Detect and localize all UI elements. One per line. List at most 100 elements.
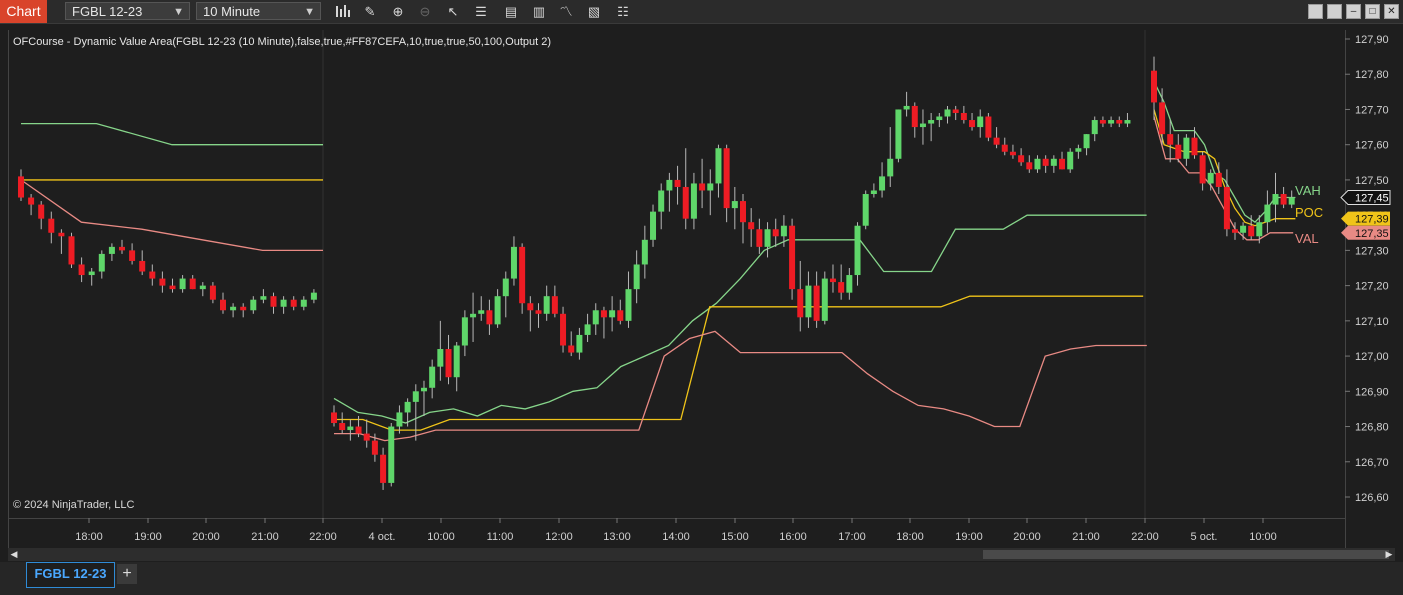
price-label-text: 127,35	[1355, 228, 1389, 240]
candle-body	[666, 179, 673, 191]
candle-body	[310, 292, 317, 300]
label-vah: VAH	[1295, 183, 1321, 198]
candle-body	[690, 183, 697, 219]
candle-body	[780, 225, 787, 237]
candle-body	[1083, 134, 1090, 149]
candle-body	[470, 313, 477, 318]
candle-body	[576, 334, 583, 353]
x-tick-label: 10:00	[427, 531, 455, 543]
price-label-text: 127,45	[1355, 193, 1389, 205]
candle-body	[952, 109, 959, 113]
candle-body	[1099, 120, 1106, 124]
x-tick-label: 13:00	[603, 531, 631, 543]
candle-body	[707, 183, 714, 191]
x-tick-label: 18:00	[896, 531, 924, 543]
candle-body	[129, 250, 136, 261]
candle-body	[437, 349, 444, 367]
candle-body	[977, 116, 984, 128]
candle-body	[895, 109, 902, 159]
candle-body	[838, 282, 845, 293]
candle-body	[1207, 172, 1214, 184]
candle-body	[519, 246, 526, 304]
y-tick-label: 127,10	[1355, 316, 1389, 328]
candle-body	[854, 225, 861, 276]
candle-body	[139, 260, 146, 272]
candle-body	[98, 253, 105, 272]
candle-body	[600, 310, 607, 318]
candle-body	[682, 186, 689, 219]
candle-body	[699, 183, 706, 191]
y-tick-label: 127,60	[1355, 140, 1389, 152]
candle-body	[108, 246, 115, 254]
candle-body	[250, 299, 257, 311]
candle-body	[1124, 120, 1131, 124]
vah-line	[21, 122, 323, 146]
candle-body	[1280, 194, 1287, 205]
candle-body	[38, 204, 45, 219]
candle-body	[1026, 162, 1033, 170]
candle-body	[527, 303, 534, 311]
candle-body	[870, 190, 877, 195]
candle-body	[592, 310, 599, 325]
candle-body	[429, 366, 436, 388]
candle-body	[911, 105, 918, 128]
candle-body	[805, 285, 812, 318]
horizontal-scrollbar[interactable]: ◀ ▶	[8, 548, 1395, 561]
candle-body	[380, 454, 387, 483]
candle-body	[985, 116, 992, 138]
y-tick-label: 127,20	[1355, 281, 1389, 293]
candle-body	[478, 310, 485, 314]
candle-body	[412, 391, 419, 402]
y-tick-label: 127,00	[1355, 351, 1389, 363]
candle-body	[1151, 70, 1157, 103]
candle-body	[944, 109, 951, 117]
add-tab-button[interactable]: +	[117, 564, 137, 584]
candle-body	[748, 222, 755, 230]
candle-body	[879, 176, 886, 191]
candle-body	[199, 285, 206, 290]
candle-body	[551, 296, 558, 314]
x-tick-label: 10:00	[1249, 531, 1277, 543]
candle-body	[625, 289, 632, 321]
candle-body	[960, 112, 967, 121]
candle-body	[846, 275, 853, 293]
candle-body	[461, 317, 468, 346]
candle-body	[347, 426, 354, 431]
scroll-right-icon[interactable]: ▶	[1383, 548, 1395, 561]
candle-body	[1167, 134, 1174, 145]
candle-body	[1018, 155, 1025, 163]
candle-body	[723, 148, 730, 209]
scroll-left-icon[interactable]: ◀	[8, 548, 20, 561]
candle-body	[829, 278, 836, 283]
candle-body	[928, 120, 935, 124]
y-tick-label: 127,30	[1355, 245, 1389, 257]
x-tick-label: 15:00	[721, 531, 749, 543]
x-tick-label: 16:00	[779, 531, 807, 543]
candle-body	[1256, 222, 1263, 237]
candlestick-chart[interactable]: 127,90127,80127,70127,60127,50127,40127,…	[0, 0, 1403, 560]
candle-body	[371, 440, 378, 455]
tab-fgbl[interactable]: FGBL 12-23	[26, 562, 115, 588]
copyright-text: © 2024 NinjaTrader, LLC	[13, 499, 135, 511]
candle-body	[731, 201, 738, 209]
candle-body	[1059, 158, 1066, 170]
candle-body	[633, 264, 640, 290]
price-label-text: 127,39	[1355, 214, 1389, 226]
candle-body	[543, 296, 550, 314]
candle-body	[179, 278, 186, 290]
candle-body	[58, 232, 65, 237]
candle-body	[1108, 120, 1115, 124]
x-tick-label: 14:00	[662, 531, 690, 543]
scrollbar-thumb[interactable]	[983, 550, 1389, 559]
candle-body	[78, 264, 85, 276]
candle-body	[363, 433, 370, 441]
candle-body	[1067, 151, 1074, 170]
val-line	[20, 179, 323, 252]
candle-body	[903, 105, 910, 110]
candle-body	[789, 225, 796, 290]
candle-body	[502, 278, 509, 297]
x-tick-label: 11:00	[487, 531, 514, 543]
candle-body	[617, 310, 624, 321]
candle-body	[658, 190, 665, 212]
x-tick-label: 17:00	[838, 531, 866, 543]
